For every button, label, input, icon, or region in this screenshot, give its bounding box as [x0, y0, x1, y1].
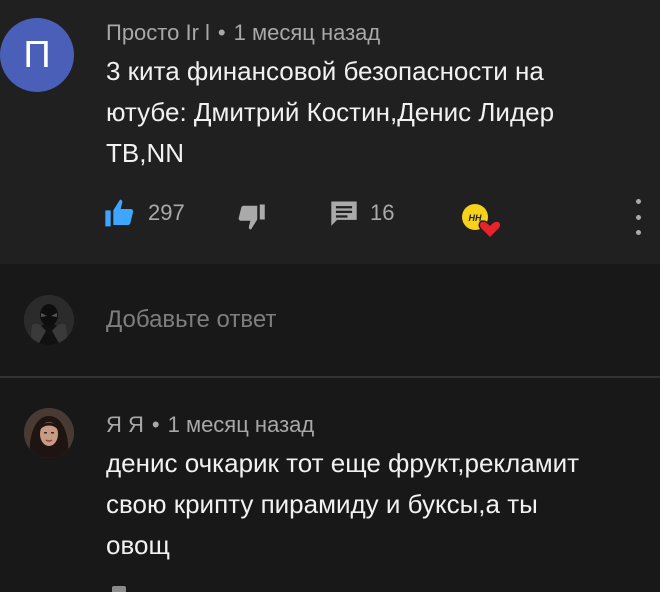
reply-author-avatar-image — [24, 408, 74, 458]
meta-separator: • — [217, 20, 226, 45]
comment-meta: Просто Ir l • 1 месяц назад — [106, 20, 380, 46]
reply-author[interactable]: Я Я — [106, 412, 144, 437]
comment-line: ТВ,NN — [106, 138, 184, 168]
thumbs-up-icon — [105, 199, 134, 227]
reply-count: 16 — [370, 200, 395, 225]
reply-count-button[interactable]: 16 — [330, 198, 394, 228]
dislike-button[interactable] — [236, 202, 266, 232]
reply-text: денис очкарик тот еще фрукт,рекламит сво… — [106, 443, 579, 566]
my-avatar-image — [24, 295, 74, 345]
comment-line: 3 кита финансовой безопасности на — [106, 56, 544, 86]
reply-line: свою крипту пирамиду и буксы,а ты — [106, 489, 538, 519]
comment-text: 3 кита финансовой безопасности на ютубе:… — [106, 51, 554, 174]
like-button[interactable]: 297 — [104, 198, 185, 228]
creator-heart-icon: HH — [462, 204, 502, 240]
reply-icon — [331, 201, 357, 226]
reply-author-avatar[interactable] — [24, 408, 74, 458]
kebab-dot — [635, 214, 641, 220]
reply-time: 1 месяц назад — [167, 412, 315, 437]
meta-separator: • — [151, 412, 160, 437]
my-avatar — [24, 295, 74, 345]
author-avatar[interactable]: П — [0, 18, 74, 92]
reply-line: денис очкарик тот еще фрукт,рекламит — [106, 448, 580, 478]
comment-line: ютубе: Дмитрий Костин,Денис Лидер — [106, 97, 555, 127]
thumbs-down-icon — [238, 204, 265, 230]
reply-composer — [0, 264, 660, 376]
more-vert-icon[interactable] — [628, 199, 648, 235]
reply-meta: Я Я • 1 месяц назад — [106, 412, 314, 438]
reply-line: овощ — [106, 530, 170, 560]
comment-time: 1 месяц назад — [233, 20, 381, 45]
reply-input[interactable]: Добавьте ответ — [106, 306, 276, 334]
creator-heart: HH — [458, 202, 504, 240]
kebab-dot — [635, 230, 641, 235]
comment-actions: 297 16 HH — [104, 198, 660, 240]
kebab-dot — [635, 199, 641, 204]
comment-author[interactable]: Просто Ir l — [106, 20, 210, 45]
like-count: 297 — [148, 200, 185, 225]
divider — [0, 376, 660, 378]
thumbs-up-icon[interactable] — [112, 586, 126, 592]
